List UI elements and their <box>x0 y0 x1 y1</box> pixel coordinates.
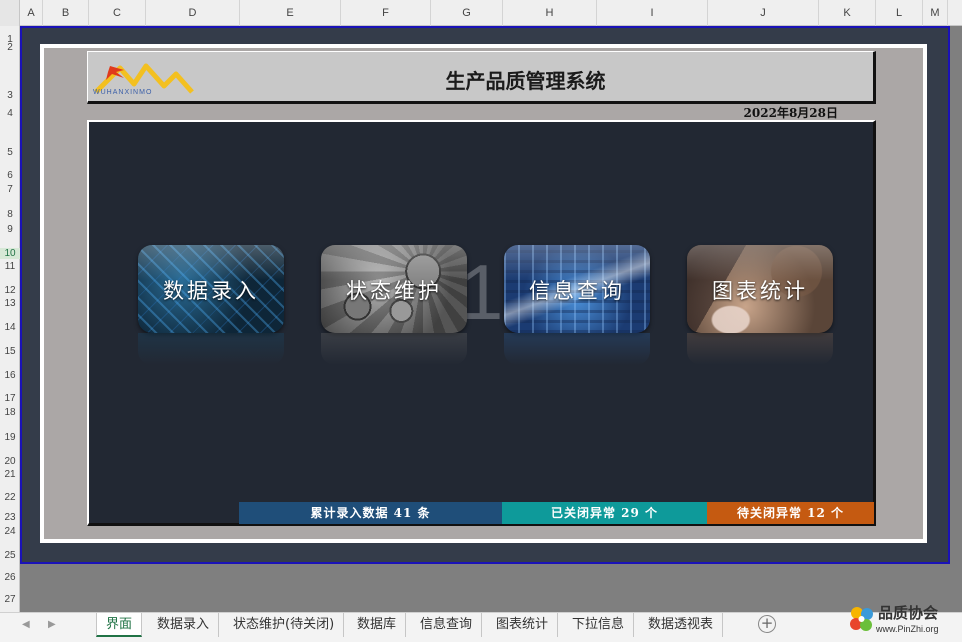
info-query-label: 信息查询 <box>529 279 625 303</box>
closed-exceptions-stat: 已关闭异常 29 个 <box>502 502 707 524</box>
sheet-tab-chart-stats[interactable]: 图表统计 <box>487 613 559 637</box>
row-header[interactable]: 4 <box>0 108 20 119</box>
tile-reflection <box>321 333 467 365</box>
column-header-k[interactable]: K <box>819 0 876 26</box>
title-banner: WUHANXINMO 生产品质管理系统 <box>87 51 876 104</box>
add-sheet-button[interactable]: + <box>758 615 776 633</box>
column-header-b[interactable]: B <box>43 0 89 26</box>
sheet-tab-status-maintenance[interactable]: 状态维护(待关闭) <box>224 613 345 637</box>
data-entry-button[interactable]: 数据录入 <box>138 245 284 333</box>
tile-reflection <box>504 333 650 365</box>
chart-statistics-button[interactable]: 图表统计 <box>687 245 833 333</box>
row-header[interactable]: 19 <box>0 432 20 443</box>
column-header-m[interactable]: M <box>923 0 948 26</box>
info-query-button[interactable]: 信息查询 <box>504 245 650 333</box>
sheet-tab-database[interactable]: 数据库 <box>348 613 407 637</box>
total-records-stat: 累计录入数据 41 条 <box>239 502 502 524</box>
status-maintenance-button[interactable]: 状态维护 <box>321 245 467 333</box>
prev-sheet-icon[interactable]: ◀ <box>22 619 30 630</box>
tile-reflection <box>138 333 284 365</box>
row-header[interactable]: 24 <box>0 526 20 537</box>
column-header-a[interactable]: A <box>20 0 43 26</box>
row-header[interactable]: 16 <box>0 370 20 381</box>
select-all-corner[interactable] <box>0 0 20 26</box>
row-header[interactable]: 5 <box>0 147 20 158</box>
pending-exceptions-stat: 待关闭异常 12 个 <box>707 502 874 524</box>
row-header[interactable]: 27 <box>0 594 20 605</box>
watermark-title: 品质协会 <box>878 604 939 622</box>
sheet-tab-interface[interactable]: 界面 <box>96 613 143 637</box>
next-sheet-icon[interactable]: ▶ <box>48 619 56 630</box>
row-header[interactable]: 23 <box>0 512 20 523</box>
sheet-tab-data-entry[interactable]: 数据录入 <box>148 613 220 637</box>
row-header[interactable]: 20 <box>0 456 20 467</box>
column-header-i[interactable]: I <box>597 0 708 26</box>
column-header-bar: A B C D E F G H I J K L M <box>0 0 962 26</box>
column-header-c[interactable]: C <box>89 0 146 26</box>
row-header[interactable]: 2 <box>0 42 20 53</box>
column-header-h[interactable]: H <box>503 0 597 26</box>
row-header[interactable]: 14 <box>0 322 20 333</box>
watermark-url: www.PinZhi.org <box>876 624 939 634</box>
flower-logo-icon <box>850 607 873 631</box>
row-header[interactable]: 22 <box>0 492 20 503</box>
column-header-e[interactable]: E <box>240 0 341 26</box>
sheet-tab-dropdown-info[interactable]: 下拉信息 <box>563 613 635 637</box>
chart-statistics-label: 图表统计 <box>712 279 808 303</box>
row-header[interactable]: 25 <box>0 550 20 561</box>
row-header[interactable]: 11 <box>0 261 20 272</box>
data-entry-label: 数据录入 <box>163 279 259 303</box>
row-header[interactable]: 21 <box>0 469 20 480</box>
row-header-selected[interactable]: 10 <box>0 248 20 259</box>
column-header-d[interactable]: D <box>146 0 240 26</box>
row-header[interactable]: 18 <box>0 407 20 418</box>
page-title: 生产品质管理系统 <box>445 69 606 93</box>
tile-reflection <box>687 333 833 365</box>
row-header[interactable]: 6 <box>0 170 20 181</box>
column-header-l[interactable]: L <box>876 0 923 26</box>
row-header[interactable]: 12 <box>0 285 20 296</box>
watermark: 品质协会 www.PinZhi.org <box>848 600 962 642</box>
row-header[interactable]: 3 <box>0 90 20 101</box>
row-header[interactable]: 13 <box>0 298 20 309</box>
row-header[interactable]: 7 <box>0 184 20 195</box>
row-header[interactable]: 15 <box>0 346 20 357</box>
row-header[interactable]: 8 <box>0 209 20 220</box>
row-header-bar: 1 2 3 4 5 6 7 8 9 10 11 12 13 14 15 16 1… <box>0 26 20 612</box>
column-header-g[interactable]: G <box>431 0 503 26</box>
row-header[interactable]: 17 <box>0 393 20 404</box>
column-header-f[interactable]: F <box>341 0 431 26</box>
sheet-tab-pivot-table[interactable]: 数据透视表 <box>639 613 724 637</box>
row-header[interactable]: 9 <box>0 224 20 235</box>
spreadsheet-window: A B C D E F G H I J K L M 1 2 3 4 5 6 7 … <box>0 0 962 642</box>
current-date: 2022年8月28日 <box>743 106 838 120</box>
sheet-tab-info-query[interactable]: 信息查询 <box>411 613 483 637</box>
sheet-tab-bar: ◀ ▶ 界面 数据录入 状态维护(待关闭) 数据库 信息查询 图表统计 下拉信息… <box>0 612 962 642</box>
status-maintenance-label: 状态维护 <box>346 279 442 303</box>
column-header-j[interactable]: J <box>708 0 819 26</box>
row-header[interactable]: 26 <box>0 572 20 583</box>
